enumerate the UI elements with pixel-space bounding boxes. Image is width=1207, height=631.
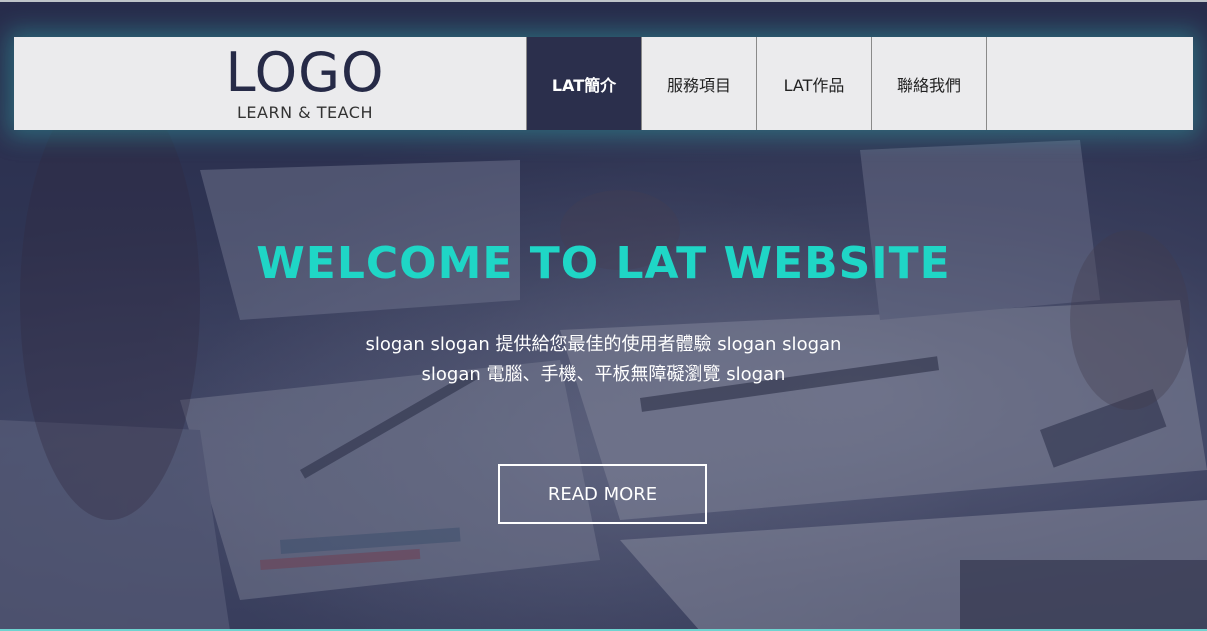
main-nav: LAT簡介 服務項目 LAT作品 聯絡我們 xyxy=(527,37,987,130)
slogan-line-2: slogan 電腦、手機、平板無障礙瀏覽 slogan xyxy=(421,364,786,385)
nav-item-lat-works[interactable]: LAT作品 xyxy=(757,37,872,130)
site-header: LOGO LEARN & TEACH LAT簡介 服務項目 LAT作品 聯絡我們 xyxy=(14,37,1193,130)
logo-title: LOGO xyxy=(225,41,385,104)
top-border xyxy=(0,0,1207,2)
hero-slogan: slogan slogan 提供給您最佳的使用者體驗 slogan slogan… xyxy=(0,330,1207,390)
hero-section: LOGO LEARN & TEACH LAT簡介 服務項目 LAT作品 聯絡我們… xyxy=(0,0,1207,631)
hero-title: WELCOME TO LAT WEBSITE xyxy=(256,238,951,289)
logo-subtitle: LEARN & TEACH xyxy=(237,103,373,122)
read-more-button[interactable]: READ MORE xyxy=(498,464,707,524)
nav-item-contact[interactable]: 聯絡我們 xyxy=(872,37,987,130)
slogan-line-1: slogan slogan 提供給您最佳的使用者體驗 slogan slogan xyxy=(365,334,842,355)
nav-item-lat-intro[interactable]: LAT簡介 xyxy=(527,37,642,130)
logo[interactable]: LOGO LEARN & TEACH xyxy=(14,37,527,130)
nav-item-services[interactable]: 服務項目 xyxy=(642,37,757,130)
